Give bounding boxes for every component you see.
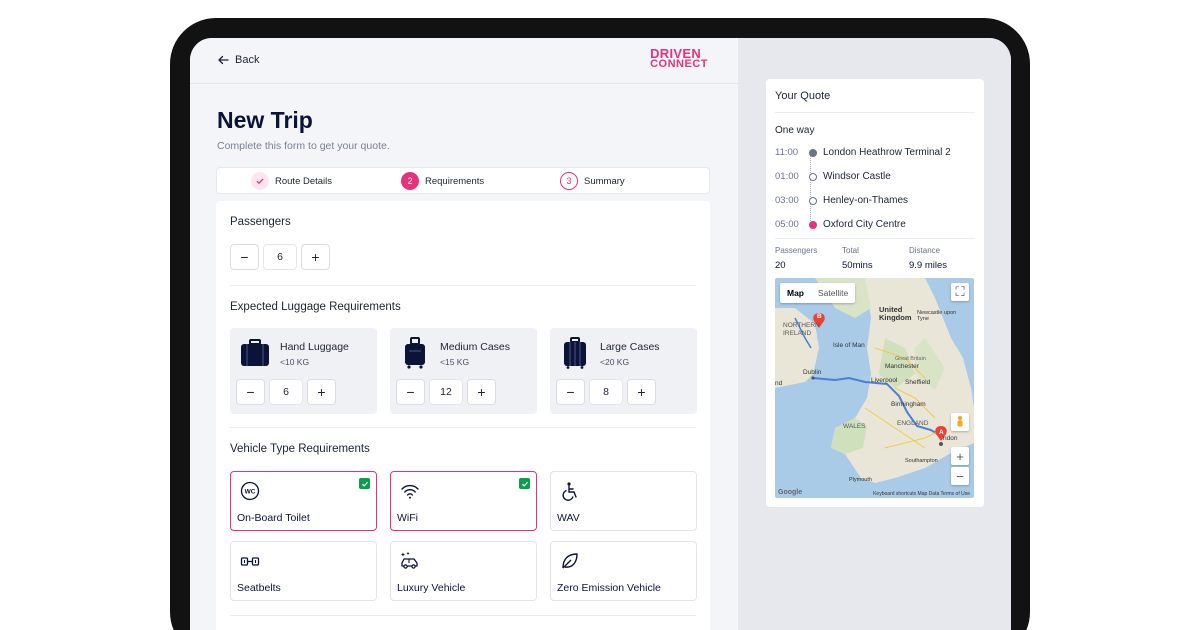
seatbelt-icon xyxy=(240,557,260,566)
divider xyxy=(230,427,696,428)
luggage-hand: Hand Luggage <10 KG − 6 + xyxy=(230,328,377,414)
divider xyxy=(230,285,696,286)
large-case-count[interactable]: 8 xyxy=(589,379,623,405)
vehicle-option-wifi[interactable]: WiFi xyxy=(390,471,537,531)
luggage-large: Large Cases <20 KG − 8 + xyxy=(550,328,697,414)
zoom-in-button[interactable]: + xyxy=(951,447,969,465)
large-case-icon xyxy=(564,337,586,369)
form-stepper: Route Details 2 Requirements 3 Summary xyxy=(216,167,710,194)
route-stop: 11:00 London Heathrow Terminal 2 xyxy=(775,147,951,158)
check-icon xyxy=(251,172,269,190)
fullscreen-icon[interactable]: ⛶ xyxy=(951,283,969,301)
medium-case-plus-button[interactable]: + xyxy=(467,379,496,405)
toilet-icon: WC xyxy=(240,481,260,501)
marker-b[interactable]: B xyxy=(817,313,822,320)
arrow-left-icon xyxy=(218,55,229,65)
passengers-title: Passengers xyxy=(230,216,291,228)
step-summary[interactable]: 3 Summary xyxy=(560,172,625,190)
app-screen: Back DRIVEN CONNECT New Trip Complete th… xyxy=(190,38,1011,630)
trip-form-panel: Back DRIVEN CONNECT New Trip Complete th… xyxy=(190,38,738,630)
destination-dot-icon xyxy=(809,220,817,229)
large-case-minus-button[interactable]: − xyxy=(556,379,585,405)
vehicle-option-seatbelts[interactable]: Seatbelts xyxy=(230,541,377,601)
quote-title: Your Quote xyxy=(775,90,831,102)
large-case-stepper: − 8 + xyxy=(556,379,656,405)
passenger-count[interactable]: 6 xyxy=(263,244,297,270)
checkbox-checked-icon[interactable] xyxy=(519,478,530,489)
map-tab[interactable]: Map xyxy=(780,283,811,303)
wifi-icon xyxy=(401,484,419,499)
trip-type: One way xyxy=(775,125,815,136)
route-map[interactable]: B A Map Satellite ⛶ + − NORTHERN IRELAND… xyxy=(775,278,974,498)
vehicle-option-luxury[interactable]: Luxury Vehicle xyxy=(390,541,537,601)
luggage-title: Expected Luggage Requirements xyxy=(230,301,401,313)
svg-text:WC: WC xyxy=(245,489,256,496)
quote-card: Your Quote One way 11:00 London Heathrow… xyxy=(766,79,984,507)
stop-dot-icon xyxy=(809,196,817,205)
vehicle-option-zero-emission[interactable]: Zero Emission Vehicle xyxy=(550,541,697,601)
divider xyxy=(775,238,975,239)
large-case-plus-button[interactable]: + xyxy=(627,379,656,405)
stop-dot-icon xyxy=(809,148,817,157)
wheelchair-icon xyxy=(562,482,577,501)
hand-luggage-count[interactable]: 6 xyxy=(269,379,303,405)
leaf-icon xyxy=(562,553,578,569)
checkbox-checked-icon[interactable] xyxy=(359,478,370,489)
back-button[interactable]: Back xyxy=(217,54,259,66)
route-stop: 03:00 Henley-on-Thames xyxy=(775,195,909,206)
stat-passengers: Passengers 20 xyxy=(775,246,818,271)
hand-luggage-icon xyxy=(241,339,269,366)
zoom-out-button[interactable]: − xyxy=(951,467,969,485)
route-stop: 05:00 Oxford City Centre xyxy=(775,219,906,230)
passenger-stepper: − 6 + xyxy=(230,244,330,270)
vehicle-title: Vehicle Type Requirements xyxy=(230,443,370,455)
luxury-car-icon xyxy=(401,551,418,569)
step-requirements[interactable]: 2 Requirements xyxy=(401,172,484,190)
map-attribution[interactable]: Keyboard shortcuts Map Data Terms of Use xyxy=(873,491,970,497)
route-connector xyxy=(810,155,811,225)
medium-case-minus-button[interactable]: − xyxy=(396,379,425,405)
passenger-plus-button[interactable]: + xyxy=(301,244,330,270)
divider xyxy=(230,615,696,616)
luggage-medium: Medium Cases <15 KG − 12 + xyxy=(390,328,537,414)
stat-total: Total 50mins xyxy=(842,246,873,271)
page-subtitle: Complete this form to get your quote. xyxy=(217,140,390,152)
passenger-minus-button[interactable]: − xyxy=(230,244,259,270)
satellite-tab[interactable]: Satellite xyxy=(811,283,855,303)
map-type-toggle: Map Satellite xyxy=(780,283,856,303)
top-bar: Back DRIVEN CONNECT xyxy=(190,38,738,84)
divider xyxy=(775,112,975,113)
vehicle-option-toilet[interactable]: WC On-Board Toilet xyxy=(230,471,377,531)
medium-case-icon xyxy=(405,337,425,369)
route-stop: 01:00 Windsor Castle xyxy=(775,171,891,182)
page-title: New Trip xyxy=(217,107,313,133)
step-route-details[interactable]: Route Details xyxy=(251,172,332,190)
stat-distance: Distance 9.9 miles xyxy=(909,246,948,271)
hand-luggage-stepper: − 6 + xyxy=(236,379,336,405)
vehicle-option-wav[interactable]: WAV xyxy=(550,471,697,531)
driven-connect-logo: DRIVEN CONNECT xyxy=(650,46,708,70)
google-logo: Google xyxy=(778,489,803,496)
hand-luggage-minus-button[interactable]: − xyxy=(236,379,265,405)
medium-case-stepper: − 12 + xyxy=(396,379,496,405)
hand-luggage-plus-button[interactable]: + xyxy=(307,379,336,405)
back-label: Back xyxy=(235,54,260,66)
stop-dot-icon xyxy=(809,172,817,181)
requirements-card: Passengers − 6 + Expected Luggage Requir… xyxy=(216,201,710,630)
medium-case-count[interactable]: 12 xyxy=(429,379,463,405)
street-view-pegman-icon[interactable] xyxy=(951,413,969,431)
